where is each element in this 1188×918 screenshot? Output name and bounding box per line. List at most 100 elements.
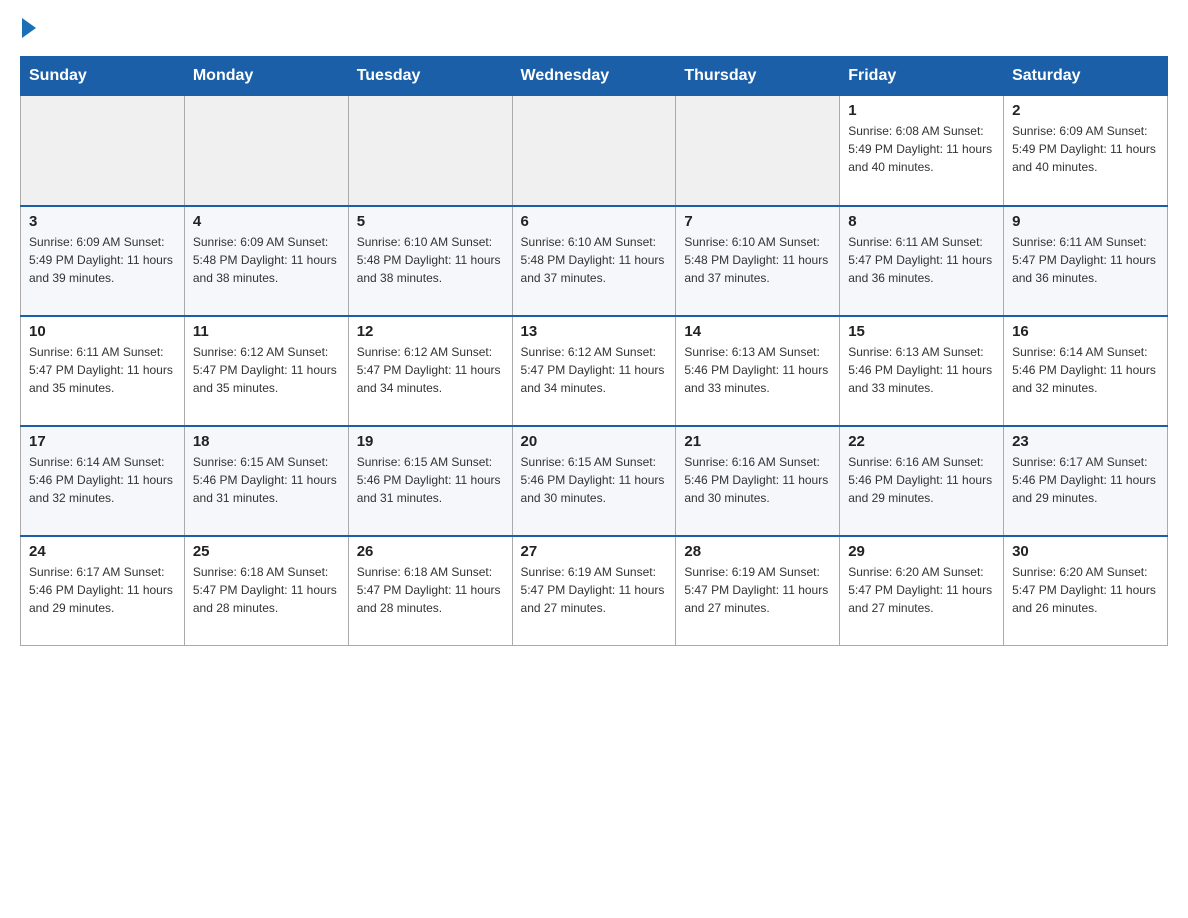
calendar-cell: 21Sunrise: 6:16 AM Sunset: 5:46 PM Dayli… bbox=[676, 426, 840, 536]
day-info: Sunrise: 6:11 AM Sunset: 5:47 PM Dayligh… bbox=[29, 343, 176, 397]
day-number: 24 bbox=[29, 543, 176, 560]
day-info: Sunrise: 6:16 AM Sunset: 5:46 PM Dayligh… bbox=[848, 453, 995, 507]
logo bbox=[20, 20, 36, 38]
calendar-cell: 6 Sunrise: 6:10 AM Sunset: 5:48 PM Daylig… bbox=[512, 206, 676, 316]
calendar-cell: 3 Sunrise: 6:09 AM Sunset: 5:49 PM Daylig… bbox=[21, 206, 185, 316]
calendar-cell bbox=[348, 96, 512, 206]
calendar-cell bbox=[21, 96, 185, 206]
day-info: Sunrise: 6:10 AM Sunset: 5:48 PM Dayligh… bbox=[521, 233, 668, 287]
calendar-cell: 11 Sunrise: 6:12 AM Sunset: 5:47 PM Dayli… bbox=[184, 316, 348, 426]
day-info: Sunrise: 6:13 AM Sunset: 5:46 PM Dayligh… bbox=[848, 343, 995, 397]
day-number: 26 bbox=[357, 543, 504, 560]
logo-arrow-icon bbox=[22, 18, 36, 38]
day-number: 20 bbox=[521, 433, 668, 450]
calendar-week-row: 1Sunrise: 6:08 AM Sunset: 5:49 PM Daylig… bbox=[21, 96, 1168, 206]
calendar-week-row: 10Sunrise: 6:11 AM Sunset: 5:47 PM Dayli… bbox=[21, 316, 1168, 426]
calendar-cell: 15 Sunrise: 6:13 AM Sunset: 5:46 PM Dayli… bbox=[840, 316, 1004, 426]
calendar-cell: 17 Sunrise: 6:14 AM Sunset: 5:46 PM Dayli… bbox=[21, 426, 185, 536]
day-number: 23 bbox=[1012, 433, 1159, 450]
calendar-cell bbox=[676, 96, 840, 206]
day-info: Sunrise: 6:17 AM Sunset: 5:46 PM Dayligh… bbox=[29, 563, 176, 617]
day-number: 4 bbox=[193, 213, 340, 230]
calendar-cell: 28 Sunrise: 6:19 AM Sunset: 5:47 PM Dayli… bbox=[676, 536, 840, 646]
day-number: 6 bbox=[521, 213, 668, 230]
day-header-saturday: Saturday bbox=[1004, 57, 1168, 96]
day-number: 19 bbox=[357, 433, 504, 450]
calendar-cell: 25 Sunrise: 6:18 AM Sunset: 5:47 PM Dayli… bbox=[184, 536, 348, 646]
day-header-tuesday: Tuesday bbox=[348, 57, 512, 96]
day-number: 25 bbox=[193, 543, 340, 560]
day-number: 11 bbox=[193, 323, 340, 340]
calendar-cell: 2 Sunrise: 6:09 AM Sunset: 5:49 PM Daylig… bbox=[1004, 96, 1168, 206]
calendar-cell bbox=[184, 96, 348, 206]
calendar-week-row: 17 Sunrise: 6:14 AM Sunset: 5:46 PM Dayli… bbox=[21, 426, 1168, 536]
day-info: Sunrise: 6:17 AM Sunset: 5:46 PM Dayligh… bbox=[1012, 453, 1159, 507]
day-info: Sunrise: 6:19 AM Sunset: 5:47 PM Dayligh… bbox=[521, 563, 668, 617]
calendar-cell: 29 Sunrise: 6:20 AM Sunset: 5:47 PM Dayli… bbox=[840, 536, 1004, 646]
day-info: Sunrise: 6:09 AM Sunset: 5:49 PM Dayligh… bbox=[29, 233, 176, 287]
calendar-cell: 24 Sunrise: 6:17 AM Sunset: 5:46 PM Dayli… bbox=[21, 536, 185, 646]
day-info: Sunrise: 6:12 AM Sunset: 5:47 PM Dayligh… bbox=[357, 343, 504, 397]
day-number: 8 bbox=[848, 213, 995, 230]
day-number: 16 bbox=[1012, 323, 1159, 340]
day-number: 13 bbox=[521, 323, 668, 340]
day-number: 22 bbox=[848, 433, 995, 450]
calendar-cell: 8 Sunrise: 6:11 AM Sunset: 5:47 PM Daylig… bbox=[840, 206, 1004, 316]
day-info: Sunrise: 6:11 AM Sunset: 5:47 PM Dayligh… bbox=[1012, 233, 1159, 287]
calendar-cell: 20 Sunrise: 6:15 AM Sunset: 5:46 PM Dayli… bbox=[512, 426, 676, 536]
day-info: Sunrise: 6:19 AM Sunset: 5:47 PM Dayligh… bbox=[684, 563, 831, 617]
page-header bbox=[20, 20, 1168, 38]
day-number: 9 bbox=[1012, 213, 1159, 230]
day-info: Sunrise: 6:20 AM Sunset: 5:47 PM Dayligh… bbox=[848, 563, 995, 617]
day-header-thursday: Thursday bbox=[676, 57, 840, 96]
day-info: Sunrise: 6:14 AM Sunset: 5:46 PM Dayligh… bbox=[1012, 343, 1159, 397]
day-info: Sunrise: 6:11 AM Sunset: 5:47 PM Dayligh… bbox=[848, 233, 995, 287]
day-info: Sunrise: 6:20 AM Sunset: 5:47 PM Dayligh… bbox=[1012, 563, 1159, 617]
day-number: 3 bbox=[29, 213, 176, 230]
calendar-week-row: 24 Sunrise: 6:17 AM Sunset: 5:46 PM Dayli… bbox=[21, 536, 1168, 646]
day-info: Sunrise: 6:09 AM Sunset: 5:48 PM Dayligh… bbox=[193, 233, 340, 287]
calendar-cell: 19 Sunrise: 6:15 AM Sunset: 5:46 PM Dayli… bbox=[348, 426, 512, 536]
calendar-table: SundayMondayTuesdayWednesdayThursdayFrid… bbox=[20, 56, 1168, 646]
calendar-cell: 26 Sunrise: 6:18 AM Sunset: 5:47 PM Dayli… bbox=[348, 536, 512, 646]
calendar-cell: 30 Sunrise: 6:20 AM Sunset: 5:47 PM Dayli… bbox=[1004, 536, 1168, 646]
day-info: Sunrise: 6:15 AM Sunset: 5:46 PM Dayligh… bbox=[357, 453, 504, 507]
calendar-cell: 13 Sunrise: 6:12 AM Sunset: 5:47 PM Dayli… bbox=[512, 316, 676, 426]
day-info: Sunrise: 6:13 AM Sunset: 5:46 PM Dayligh… bbox=[684, 343, 831, 397]
day-info: Sunrise: 6:18 AM Sunset: 5:47 PM Dayligh… bbox=[357, 563, 504, 617]
day-info: Sunrise: 6:09 AM Sunset: 5:49 PM Dayligh… bbox=[1012, 122, 1159, 176]
calendar-cell: 12 Sunrise: 6:12 AM Sunset: 5:47 PM Dayli… bbox=[348, 316, 512, 426]
day-number: 17 bbox=[29, 433, 176, 450]
day-number: 15 bbox=[848, 323, 995, 340]
day-info: Sunrise: 6:16 AM Sunset: 5:46 PM Dayligh… bbox=[684, 453, 831, 507]
calendar-cell: 1Sunrise: 6:08 AM Sunset: 5:49 PM Daylig… bbox=[840, 96, 1004, 206]
day-header-wednesday: Wednesday bbox=[512, 57, 676, 96]
calendar-cell: 5Sunrise: 6:10 AM Sunset: 5:48 PM Daylig… bbox=[348, 206, 512, 316]
day-info: Sunrise: 6:15 AM Sunset: 5:46 PM Dayligh… bbox=[521, 453, 668, 507]
day-info: Sunrise: 6:14 AM Sunset: 5:46 PM Dayligh… bbox=[29, 453, 176, 507]
day-info: Sunrise: 6:12 AM Sunset: 5:47 PM Dayligh… bbox=[521, 343, 668, 397]
calendar-cell: 9 Sunrise: 6:11 AM Sunset: 5:47 PM Daylig… bbox=[1004, 206, 1168, 316]
day-number: 27 bbox=[521, 543, 668, 560]
day-header-monday: Monday bbox=[184, 57, 348, 96]
calendar-cell: 10Sunrise: 6:11 AM Sunset: 5:47 PM Dayli… bbox=[21, 316, 185, 426]
day-number: 30 bbox=[1012, 543, 1159, 560]
day-number: 14 bbox=[684, 323, 831, 340]
calendar-cell: 18 Sunrise: 6:15 AM Sunset: 5:46 PM Dayli… bbox=[184, 426, 348, 536]
day-number: 18 bbox=[193, 433, 340, 450]
calendar-cell: 4 Sunrise: 6:09 AM Sunset: 5:48 PM Daylig… bbox=[184, 206, 348, 316]
calendar-cell bbox=[512, 96, 676, 206]
day-number: 29 bbox=[848, 543, 995, 560]
day-info: Sunrise: 6:12 AM Sunset: 5:47 PM Dayligh… bbox=[193, 343, 340, 397]
day-info: Sunrise: 6:15 AM Sunset: 5:46 PM Dayligh… bbox=[193, 453, 340, 507]
day-number: 28 bbox=[684, 543, 831, 560]
day-number: 2 bbox=[1012, 102, 1159, 119]
day-number: 12 bbox=[357, 323, 504, 340]
day-info: Sunrise: 6:18 AM Sunset: 5:47 PM Dayligh… bbox=[193, 563, 340, 617]
calendar-week-row: 3 Sunrise: 6:09 AM Sunset: 5:49 PM Daylig… bbox=[21, 206, 1168, 316]
calendar-cell: 27 Sunrise: 6:19 AM Sunset: 5:47 PM Dayli… bbox=[512, 536, 676, 646]
day-number: 5 bbox=[357, 213, 504, 230]
calendar-cell: 14 Sunrise: 6:13 AM Sunset: 5:46 PM Dayli… bbox=[676, 316, 840, 426]
calendar-cell: 7Sunrise: 6:10 AM Sunset: 5:48 PM Daylig… bbox=[676, 206, 840, 316]
day-info: Sunrise: 6:10 AM Sunset: 5:48 PM Dayligh… bbox=[684, 233, 831, 287]
